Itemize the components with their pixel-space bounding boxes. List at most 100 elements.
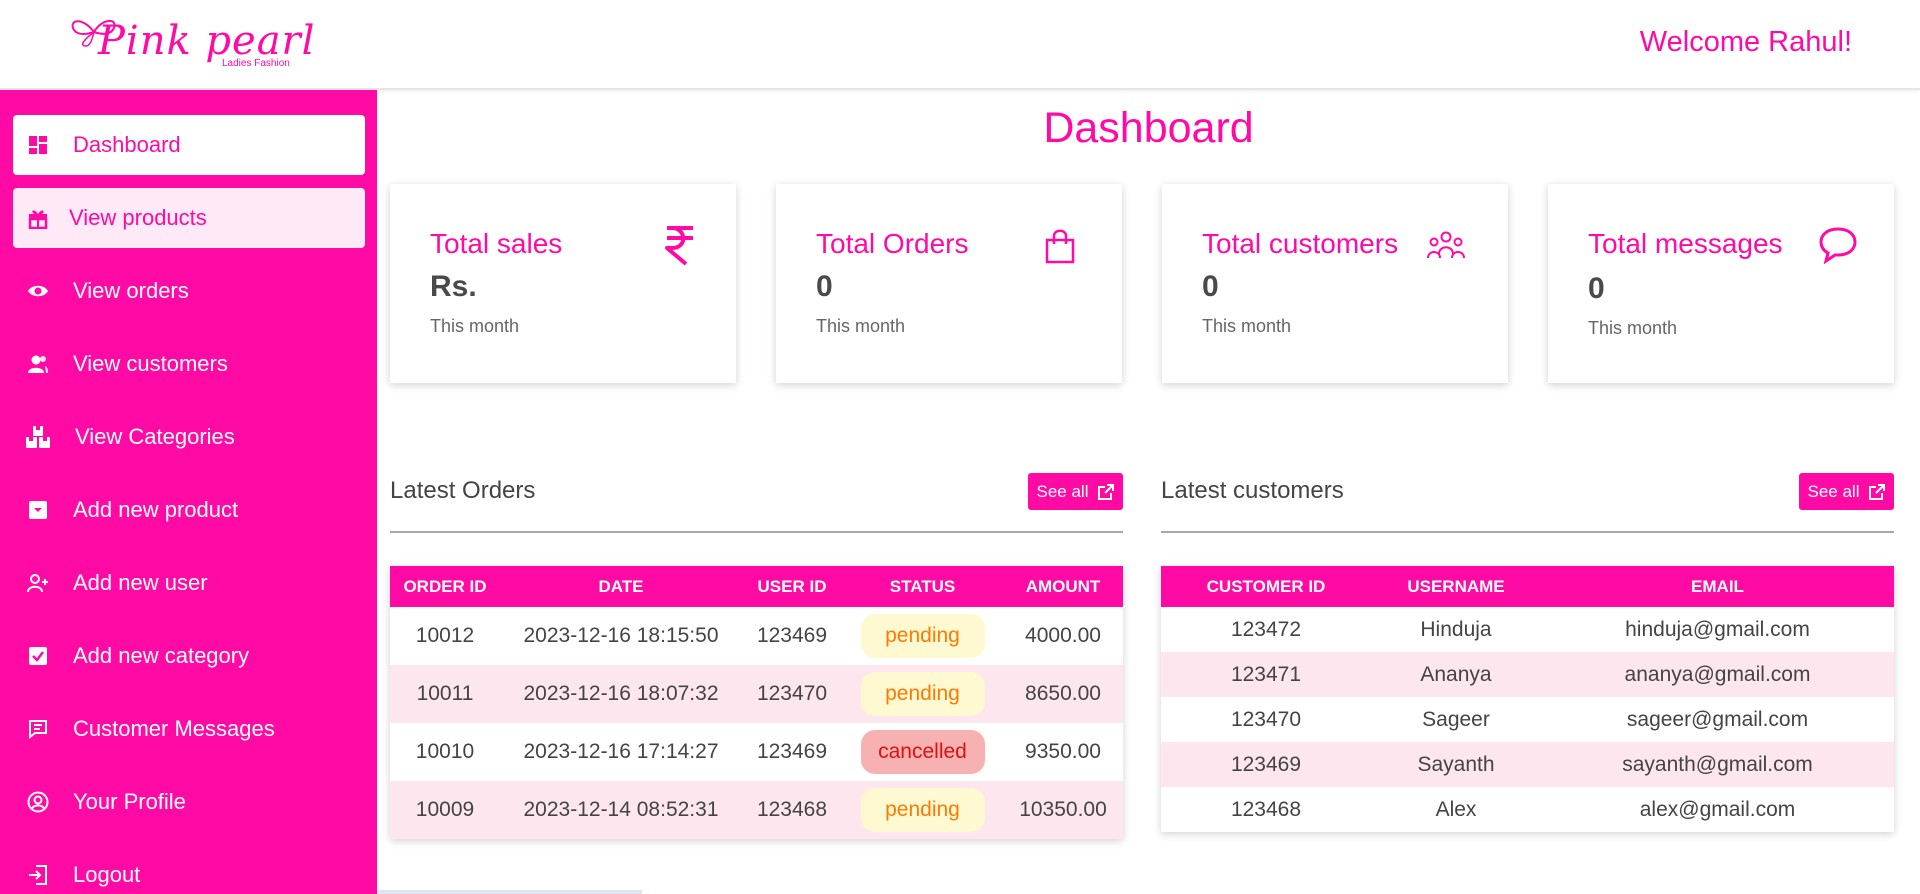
latest-customers-title: Latest customers [1161,477,1344,504]
customer-id: 123471 [1161,652,1371,697]
card-title: Total Orders [816,228,969,259]
sidebar-item-view-orders[interactable]: View orders [13,261,365,321]
status-badge: pending [860,788,985,832]
order-id: 10009 [390,781,500,839]
email: alex@gmail.com [1639,797,1796,821]
divider [1161,531,1894,533]
table-row[interactable]: 10011 2023-12-16 18:07:32 123470 pending… [390,665,1123,723]
gift-icon [25,205,51,231]
stat-card-total-sales: Total sales Rs. This month [390,184,736,383]
order-amount: 10350.00 [1003,781,1123,839]
external-link-icon [1098,483,1115,500]
customer-id: 123470 [1230,707,1302,731]
username: Ananya [1371,652,1541,697]
column-header[interactable]: STATUS [842,566,1003,607]
column-header[interactable]: DATE [500,566,742,607]
sidebar-item-view-categories[interactable]: View Categories [13,407,365,467]
chat-bubble-icon [1819,227,1857,264]
card-subtitle: This month [816,316,906,336]
sidebar-item-view-customers[interactable]: View customers [13,334,365,394]
sidebar: Dashboard View products View orders View… [0,90,377,894]
table-row[interactable]: 123472 Hinduja hinduja@gmail.com [1161,607,1894,652]
message-icon [25,716,51,742]
latest-orders-table: ORDER ID DATE USER ID STATUS AMOUNT 1001… [390,566,1123,839]
sidebar-item-view-products[interactable]: View products [13,188,365,248]
profile-icon [25,789,51,815]
sidebar-item-label: Add new user [73,570,208,595]
card-subtitle: This month [1588,318,1678,338]
username: Alex [1435,797,1477,821]
user-plus-icon [25,570,51,596]
stat-card-total-orders: Total Orders 0 This month [776,184,1122,383]
card-title: Total messages [1588,228,1783,259]
sidebar-item-add-product[interactable]: Add new product [13,480,365,540]
email: hinduja@gmail.com [1625,617,1810,641]
latest-customers-table: CUSTOMER ID USERNAME EMAIL 123472 Hinduj… [1161,566,1894,832]
status-cell: pending [842,607,1003,665]
brand-logo[interactable]: Pink pearl Ladies Fashion [64,14,314,74]
sidebar-item-label: Your Profile [73,789,186,814]
dashboard-icon [25,132,51,158]
order-id: 10011 [390,665,500,723]
stat-card-total-customers: Total customers 0 This month [1162,184,1508,383]
card-value: 0 [1588,272,1605,305]
order-id: 10010 [415,740,475,763]
brand-tagline: Ladies Fashion [222,58,290,69]
card-title: Total customers [1202,228,1399,259]
order-date: 2023-12-14 08:52:31 [500,781,742,839]
status-cell: cancelled [842,723,1003,781]
table-row[interactable]: 123468 Alex alex@gmail.com [1161,787,1894,832]
eye-icon [25,278,51,304]
column-header[interactable]: EMAIL [1541,566,1894,607]
latest-orders-title: Latest Orders [390,477,536,504]
column-header[interactable]: ORDER ID [390,566,500,607]
sidebar-item-add-category[interactable]: Add new category [13,626,365,686]
table-row[interactable]: 10009 2023-12-14 08:52:31 123468 pending… [390,781,1123,839]
sidebar-item-customer-messages[interactable]: Customer Messages [13,699,365,759]
card-value: 0 [1202,270,1219,303]
customers-see-all-button[interactable]: See all [1799,473,1894,510]
card-title: Total sales [430,228,563,259]
order-amount: 9350.00 [1025,740,1101,763]
email: ananya@gmail.com [1541,652,1894,697]
table-row[interactable]: 123469 Sayanth sayanth@gmail.com [1161,742,1894,787]
order-date: 2023-12-16 18:15:50 [523,624,719,647]
sidebar-item-label: Add new category [73,643,250,668]
see-all-label: See all [1807,481,1860,501]
username: Sayanth [1371,742,1541,787]
orders-see-all-button[interactable]: See all [1028,473,1123,510]
column-header[interactable]: CUSTOMER ID [1161,566,1371,607]
divider [390,531,1123,533]
order-amount: 8650.00 [1003,665,1123,723]
user-id: 123470 [742,665,842,723]
add-box-icon [25,497,51,523]
customer-id: 123468 [1230,797,1302,821]
table-row[interactable]: 123471 Ananya ananya@gmail.com [1161,652,1894,697]
username: Sageer [1422,707,1490,731]
sidebar-item-label: Add new product [73,497,239,522]
column-header[interactable]: USER ID [742,566,842,607]
table-row[interactable]: 10010 2023-12-16 17:14:27 123469 cancell… [390,723,1123,781]
order-date: 2023-12-16 18:07:32 [500,665,742,723]
sidebar-item-label: Logout [73,862,141,887]
page-title: Dashboard [1043,104,1254,152]
order-date: 2023-12-16 17:14:27 [523,740,719,763]
sidebar-item-dashboard[interactable]: Dashboard [13,115,365,175]
sidebar-item-label: View Categories [75,424,235,449]
customer-id: 123469 [1161,742,1371,787]
card-subtitle: This month [430,316,520,336]
column-header[interactable]: AMOUNT [1003,566,1123,607]
horizontal-scrollbar[interactable] [377,890,642,894]
sidebar-item-your-profile[interactable]: Your Profile [13,772,365,832]
status-badge: pending [860,614,985,658]
email: sageer@gmail.com [1626,707,1809,731]
sidebar-item-logout[interactable]: Logout [13,845,365,894]
table-row[interactable]: 123470 Sageer sageer@gmail.com [1161,697,1894,742]
status-cell: pending [842,665,1003,723]
order-id: 10012 [415,624,475,647]
user-id: 123469 [756,740,828,763]
sidebar-item-add-user[interactable]: Add new user [13,553,365,613]
column-header[interactable]: USERNAME [1371,566,1541,607]
table-header-row: ORDER ID DATE USER ID STATUS AMOUNT [390,566,1123,607]
table-row[interactable]: 10012 2023-12-16 18:15:50 123469 pending… [390,607,1123,665]
